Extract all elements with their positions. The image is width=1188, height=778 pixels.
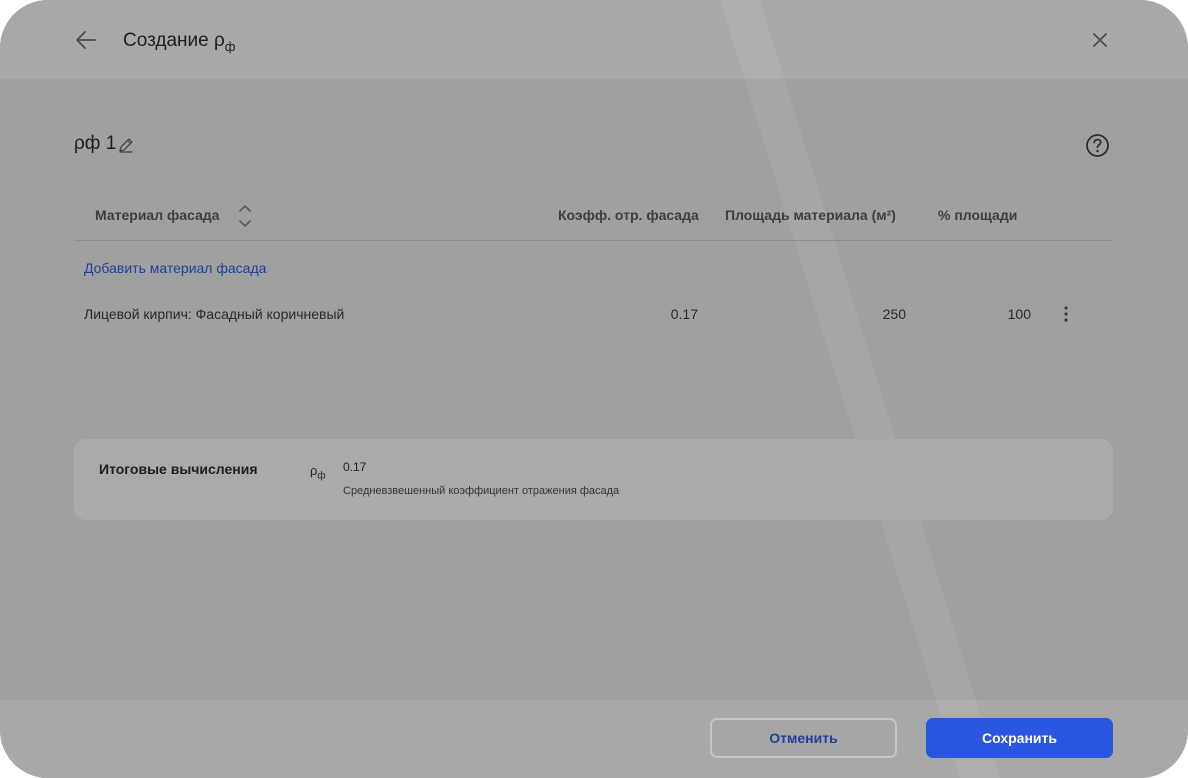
kebab-menu-icon[interactable] bbox=[1058, 303, 1074, 325]
facade-name: ρф 1 bbox=[74, 133, 117, 154]
cell-coefficient: 0.17 bbox=[670, 306, 698, 322]
save-button[interactable]: Сохранить bbox=[926, 718, 1113, 758]
column-header-area: Площадь материала (м²) bbox=[725, 207, 896, 223]
column-header-percent: % площади bbox=[938, 207, 1018, 223]
table-header-divider bbox=[74, 240, 1113, 241]
modal-body bbox=[0, 79, 1188, 700]
column-header-coefficient: Коэфф. отр. фасада bbox=[558, 207, 699, 223]
summary-card: Итоговые вычисления ρф 0.17 Средневзвеше… bbox=[74, 439, 1113, 520]
close-icon[interactable] bbox=[1090, 30, 1110, 50]
cell-material: Лицевой кирпич: Фасадный коричневый bbox=[84, 306, 345, 322]
pencil-icon[interactable] bbox=[118, 137, 134, 153]
modal-window: Создание ρф ρф 1 Материал фасада Коэфф. … bbox=[0, 0, 1188, 778]
summary-value: 0.17 bbox=[343, 460, 367, 474]
cancel-button[interactable]: Отменить bbox=[710, 718, 897, 758]
summary-label: Итоговые вычисления bbox=[99, 461, 258, 477]
page-title: Создание ρф bbox=[123, 30, 236, 54]
help-question-icon[interactable] bbox=[1085, 133, 1110, 158]
back-arrow-icon[interactable] bbox=[74, 28, 98, 52]
add-facade-material-link[interactable]: Добавить материал фасада bbox=[84, 260, 266, 276]
cell-area: 250 bbox=[882, 306, 906, 322]
column-header-material: Материал фасада bbox=[95, 207, 220, 223]
sort-icon[interactable] bbox=[236, 203, 254, 229]
summary-description: Средневзвешенный коэффициент отражения ф… bbox=[343, 485, 620, 497]
summary-symbol: ρф bbox=[310, 463, 326, 482]
cell-percent: 100 bbox=[1007, 306, 1031, 322]
